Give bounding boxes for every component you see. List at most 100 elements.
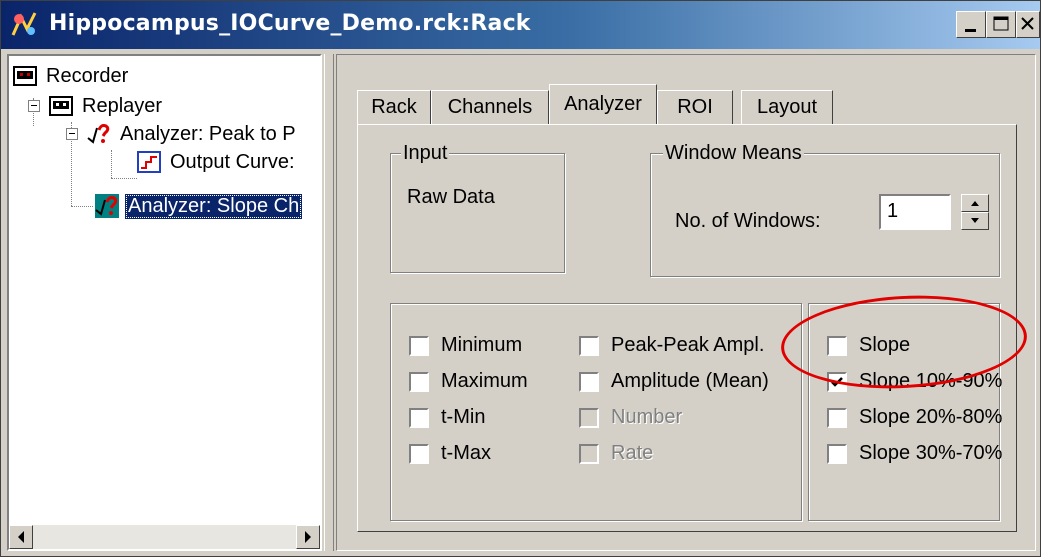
horizontal-scrollbar[interactable] <box>9 525 320 549</box>
collapse-toggle[interactable] <box>66 128 78 140</box>
checkbox[interactable] <box>579 443 599 464</box>
replayer-icon <box>49 96 73 116</box>
checkbox[interactable] <box>827 371 847 392</box>
tree-item-replayer[interactable]: Replayer <box>49 92 165 120</box>
checkbox-amplitude-mean[interactable]: Amplitude (Mean) <box>579 370 769 393</box>
checkbox-label: Slope 30%-70% <box>859 442 1003 464</box>
tab-roi[interactable]: ROI <box>657 90 733 124</box>
arrow-right-icon <box>305 531 311 543</box>
spin-down-button[interactable] <box>961 212 989 230</box>
arrow-down-icon <box>971 218 979 223</box>
checkbox-minimum[interactable]: Minimum <box>409 334 522 357</box>
maximize-button[interactable] <box>986 11 1016 38</box>
checkbox-label: t-Max <box>441 442 491 464</box>
tree-item-label: Analyzer: Peak to P <box>120 122 296 145</box>
checkbox[interactable] <box>409 371 429 392</box>
checkbox[interactable] <box>579 371 599 392</box>
properties-panel: Rack Channels Analyzer ROI Layout Input … <box>336 54 1036 551</box>
checkbox-label: Amplitude (Mean) <box>611 370 769 392</box>
checkbox[interactable] <box>409 335 429 356</box>
collapse-toggle[interactable] <box>28 100 40 112</box>
checkbox-slope-30-70[interactable]: Slope 30%-70% <box>827 442 1002 465</box>
tab-channels[interactable]: Channels <box>431 90 549 124</box>
app-icon <box>11 12 37 36</box>
analyzer-icon <box>95 194 119 218</box>
tab-label: Analyzer <box>564 93 642 115</box>
tree-item-label: Analyzer: Slope Ch <box>125 193 303 219</box>
tree-item-label: Output Curve: <box>170 150 295 173</box>
analyzer-icon <box>87 124 110 144</box>
checkbox[interactable] <box>827 443 847 464</box>
tree-line <box>111 178 137 179</box>
tab-rack[interactable]: Rack <box>357 90 431 124</box>
group-title: Window Means <box>663 142 804 165</box>
checkbox-label: Maximum <box>441 370 528 392</box>
windows-count-input[interactable]: 1 <box>879 194 951 230</box>
checkbox[interactable] <box>827 335 847 356</box>
checkbox-label: t-Min <box>441 406 486 428</box>
window-title: Hippocampus_IOCurve_Demo.rck:Rack <box>49 11 531 36</box>
maximize-icon <box>993 16 1009 31</box>
checkbox-slope-10-90[interactable]: Slope 10%-90% <box>827 370 1002 393</box>
checkbox-peak-peak-ampl[interactable]: Peak-Peak Ampl. <box>579 334 764 357</box>
client-area: Recorder Replayer Analyzer: Peak to P Ou… <box>5 51 1038 554</box>
scroll-left-button[interactable] <box>9 525 33 549</box>
tree-line <box>71 206 93 207</box>
tree-item-label: Replayer <box>82 94 163 117</box>
checkbox-label: Slope 20%-80% <box>859 406 1003 428</box>
minimize-icon <box>965 29 976 32</box>
tab-analyzer[interactable]: Analyzer <box>549 84 657 124</box>
panel-splitter[interactable] <box>324 54 334 551</box>
tree-item-analyzer-peak[interactable]: Analyzer: Peak to P <box>87 120 299 148</box>
tree-item-analyzer-slope[interactable]: Analyzer: Slope Ch <box>95 192 303 220</box>
recorder-icon <box>13 66 37 86</box>
windows-label: No. of Windows: <box>675 210 821 232</box>
checkbox-label: Number <box>611 406 683 428</box>
checkbox[interactable] <box>827 407 847 428</box>
checkbox-label: Minimum <box>441 334 523 356</box>
rack-window: Hippocampus_IOCurve_Demo.rck:Rack Record… <box>0 0 1041 557</box>
checkbox-t-max[interactable]: t-Max <box>409 442 491 465</box>
tree-line <box>111 150 112 178</box>
checkbox-t-min[interactable]: t-Min <box>409 406 485 429</box>
spin-up-button[interactable] <box>961 194 989 212</box>
checkbox[interactable] <box>409 407 429 428</box>
close-icon <box>1021 17 1034 30</box>
input-value: Raw Data <box>407 186 495 208</box>
tab-label: Rack <box>371 96 417 118</box>
analyzer-tab-page: Input Raw Data Window Means No. of Windo… <box>357 124 1017 532</box>
checkbox-label: Rate <box>611 442 654 464</box>
tab-label: ROI <box>677 96 713 118</box>
tab-label: Channels <box>447 96 533 118</box>
tab-label: Layout <box>756 96 818 118</box>
input-group: Input Raw Data <box>390 142 565 273</box>
tree-item-output-curve[interactable]: Output Curve: <box>137 148 298 176</box>
close-button[interactable] <box>1016 11 1040 38</box>
checkbox-label: Slope 10%-90% <box>859 370 1003 392</box>
checkmark-icon <box>831 376 843 387</box>
tree-item-label: Recorder <box>46 64 129 87</box>
minimize-button[interactable] <box>956 11 986 38</box>
tree-view[interactable]: Recorder Replayer Analyzer: Peak to P Ou… <box>7 54 322 551</box>
checkbox-number[interactable]: Number <box>579 406 682 429</box>
arrow-up-icon <box>971 201 979 206</box>
slope-group: Slope Slope 10%-90% Slope 20%-80% Slope … <box>808 303 1002 521</box>
checkbox[interactable] <box>409 443 429 464</box>
output-curve-icon <box>137 151 161 173</box>
tree-item-recorder[interactable]: Recorder <box>13 62 131 90</box>
group-title: Input <box>401 142 450 165</box>
measures-group: Minimum Maximum t-Min t-Max Peak-Peak Am… <box>390 303 802 521</box>
checkbox-label: Slope <box>859 334 911 356</box>
checkbox-slope-20-80[interactable]: Slope 20%-80% <box>827 406 1002 429</box>
scroll-right-button[interactable] <box>296 525 320 549</box>
checkbox-rate[interactable]: Rate <box>579 442 653 465</box>
title-bar[interactable]: Hippocampus_IOCurve_Demo.rck:Rack <box>1 1 1040 49</box>
window-means-group: Window Means No. of Windows: 1 <box>650 142 1000 277</box>
checkbox-slope[interactable]: Slope <box>827 334 910 357</box>
tab-layout[interactable]: Layout <box>741 90 833 124</box>
checkbox[interactable] <box>579 335 599 356</box>
checkbox-label: Peak-Peak Ampl. <box>611 334 765 356</box>
checkbox-maximum[interactable]: Maximum <box>409 370 528 393</box>
checkbox[interactable] <box>579 407 599 428</box>
arrow-left-icon <box>18 531 24 543</box>
